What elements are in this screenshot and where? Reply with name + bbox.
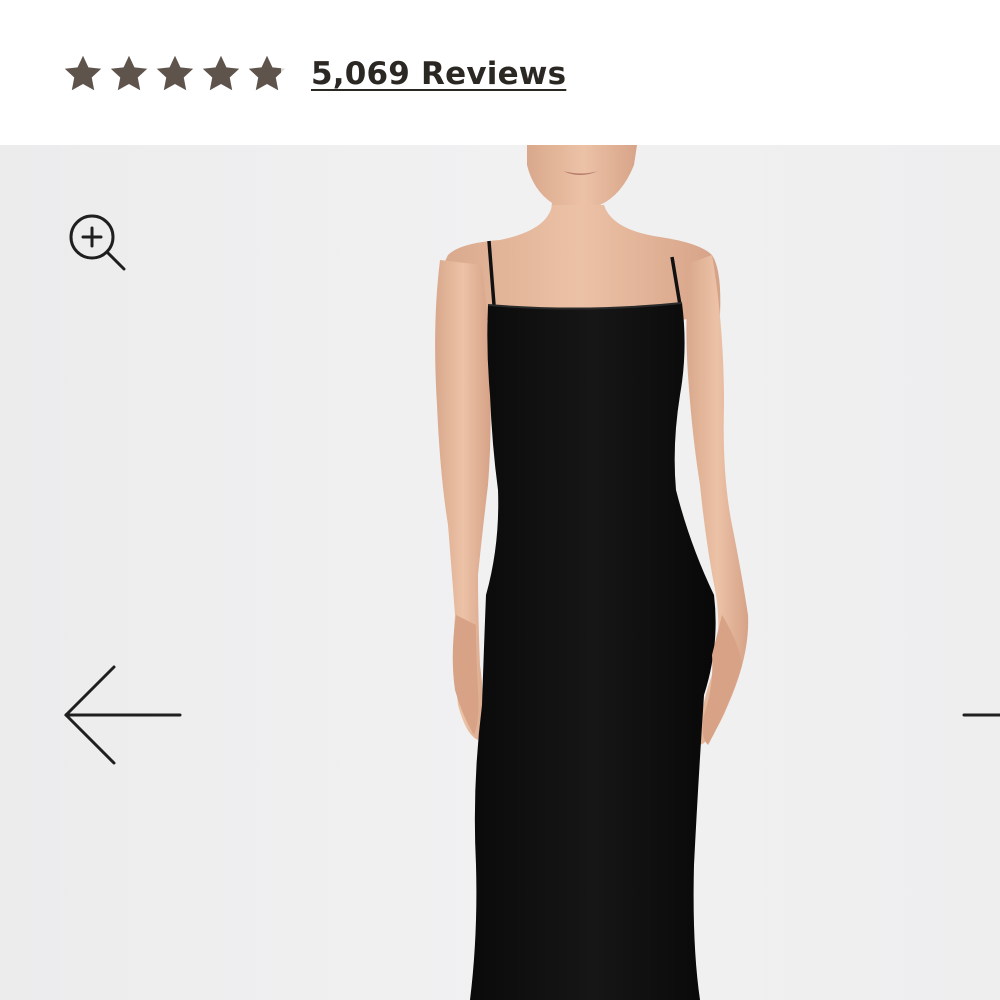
star-rating[interactable] [62, 53, 288, 95]
rating-bar: 5,069 Reviews [0, 0, 1000, 145]
star-icon [110, 55, 148, 91]
product-page: 5,069 Reviews [0, 0, 1000, 1000]
arrow-left-icon[interactable] [60, 663, 185, 767]
star-icon [64, 55, 102, 91]
arrow-right-icon[interactable] [960, 697, 1000, 733]
star-icon [202, 55, 240, 91]
product-image-gallery[interactable] [0, 145, 1000, 1000]
product-image [0, 145, 1000, 1000]
zoom-in-icon[interactable] [66, 211, 130, 275]
star-icon [156, 55, 194, 91]
star-partial-icon [248, 55, 286, 91]
reviews-link[interactable]: 5,069 Reviews [311, 56, 566, 92]
